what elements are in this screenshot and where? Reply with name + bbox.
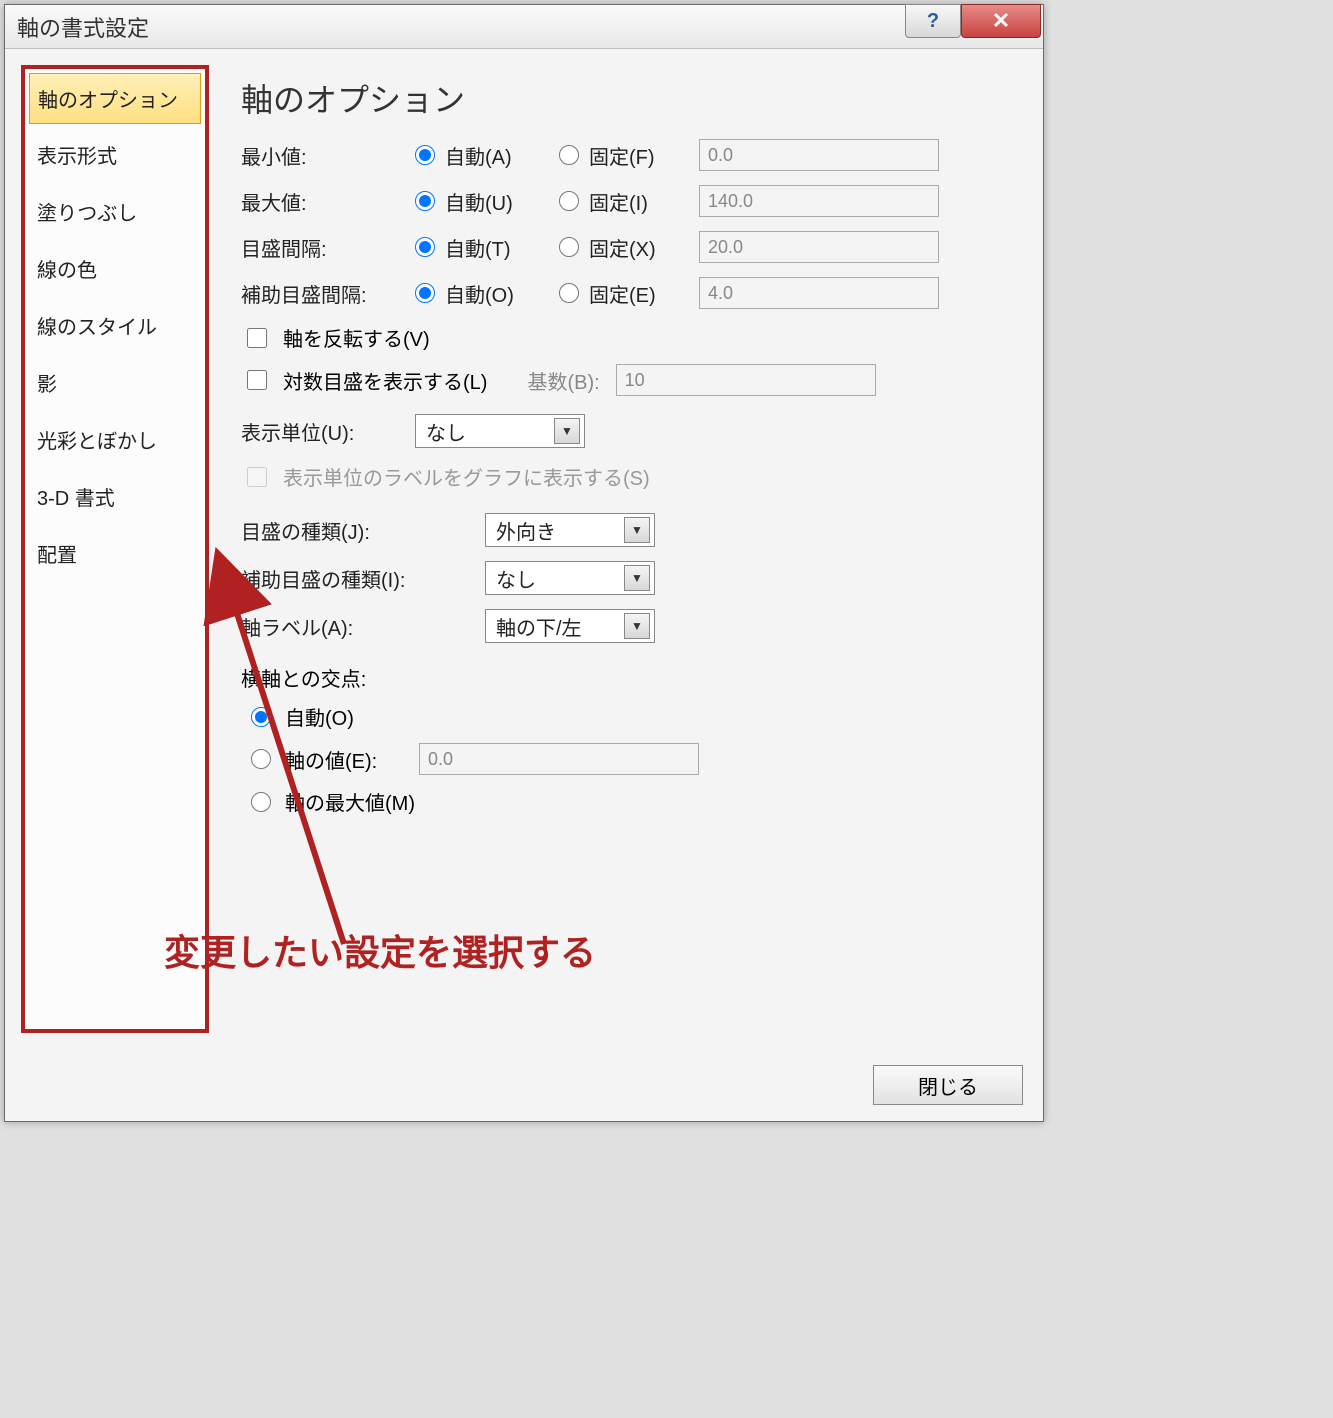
chevron-down-icon: ▼ [624, 613, 650, 639]
checkbox-unit-label-text: 表示単位のラベルをグラフに表示する(S) [283, 462, 650, 491]
row-label-major: 目盛間隔: [241, 233, 401, 262]
row-tick-major: 目盛の種類(J): 外向き ▼ [241, 513, 1015, 547]
display-unit-label: 表示単位(U): [241, 417, 401, 446]
select-display-unit[interactable]: なし ▼ [415, 414, 585, 448]
close-icon: ✕ [992, 8, 1010, 34]
sidebar-item-label: 表示形式 [37, 146, 117, 168]
input-minor[interactable] [699, 277, 939, 309]
row-min: 最小値: 自動(A) 固定(F) [241, 139, 1015, 171]
radio-major-fixed[interactable] [559, 237, 579, 257]
input-major[interactable] [699, 231, 939, 263]
radio-max-fixed-label: 固定(I) [589, 187, 685, 216]
chevron-down-icon: ▼ [624, 565, 650, 591]
checkbox-unit-label [247, 467, 267, 487]
row-minor: 補助目盛間隔: 自動(O) 固定(E) [241, 277, 1015, 309]
input-min[interactable] [699, 139, 939, 171]
sidebar-item-glow[interactable]: 光彩とぼかし [27, 411, 203, 468]
radio-major-fixed-label: 固定(X) [589, 233, 685, 262]
radio-major-auto[interactable] [415, 237, 435, 257]
sidebar-item-fill[interactable]: 塗りつぶし [27, 183, 203, 240]
sidebar-item-label: 塗りつぶし [37, 203, 137, 225]
log-base-label: 基数(B): [527, 366, 599, 395]
select-axis-labels[interactable]: 軸の下/左 ▼ [485, 609, 655, 643]
radio-max-auto-label: 自動(U) [445, 187, 545, 216]
radio-min-fixed[interactable] [559, 145, 579, 165]
row-label-max: 最大値: [241, 187, 401, 216]
annotation-arrow [44, 564, 384, 964]
titlebar: 軸の書式設定 ? ✕ [5, 5, 1043, 49]
sidebar-item-shadow[interactable]: 影 [27, 354, 203, 411]
annotation-text: 変更したい設定を選択する [164, 924, 596, 976]
input-cross-value[interactable] [419, 743, 699, 775]
row-major: 目盛間隔: 自動(T) 固定(X) [241, 231, 1015, 263]
radio-minor-fixed[interactable] [559, 283, 579, 303]
titlebar-buttons: ? ✕ [905, 5, 1041, 48]
chevron-down-icon: ▼ [554, 418, 580, 444]
checkbox-reverse[interactable] [247, 328, 267, 348]
checkbox-reverse-label: 軸を反転する(V) [283, 323, 430, 352]
sidebar-item-label: 3-D 書式 [37, 488, 115, 510]
select-display-unit-value: なし [426, 417, 466, 446]
select-tick-major[interactable]: 外向き ▼ [485, 513, 655, 547]
sidebar-item-axis-options[interactable]: 軸のオプション [29, 73, 201, 124]
checkbox-row-reverse: 軸を反転する(V) [241, 323, 1015, 352]
row-label-min: 最小値: [241, 141, 401, 170]
checkbox-row-log: 対数目盛を表示する(L) 基数(B): [241, 364, 1015, 396]
checkbox-log-label: 対数目盛を表示する(L) [283, 366, 487, 395]
sidebar-item-label: 軸のオプション [38, 90, 178, 112]
help-button[interactable]: ? [905, 4, 961, 38]
sidebar-item-label: 影 [37, 374, 57, 396]
close-button-label: 閉じる [918, 1077, 978, 1099]
radio-minor-fixed-label: 固定(E) [589, 279, 685, 308]
sidebar-item-line-color[interactable]: 線の色 [27, 240, 203, 297]
radio-min-fixed-label: 固定(F) [589, 141, 685, 170]
row-max: 最大値: 自動(U) 固定(I) [241, 185, 1015, 217]
panel-heading: 軸のオプション [241, 75, 1015, 121]
help-icon: ? [927, 10, 939, 33]
close-button[interactable]: 閉じる [873, 1065, 1023, 1105]
sidebar-item-number-format[interactable]: 表示形式 [27, 126, 203, 183]
sidebar-item-label: 光彩とぼかし [37, 431, 157, 453]
select-tick-minor[interactable]: なし ▼ [485, 561, 655, 595]
checkbox-row-unit-label: 表示単位のラベルをグラフに表示する(S) [241, 462, 1015, 491]
radio-max-auto[interactable] [415, 191, 435, 211]
radio-min-auto[interactable] [415, 145, 435, 165]
sidebar-item-label: 線のスタイル [37, 317, 157, 339]
select-axis-labels-value: 軸の下/左 [496, 612, 582, 641]
radio-minor-auto-label: 自動(O) [445, 279, 545, 308]
chevron-down-icon: ▼ [624, 517, 650, 543]
radio-major-auto-label: 自動(T) [445, 233, 545, 262]
select-tick-minor-value: なし [496, 564, 536, 593]
sidebar-item-label: 線の色 [37, 260, 97, 282]
row-display-unit: 表示単位(U): なし ▼ [241, 414, 1015, 448]
radio-min-auto-label: 自動(A) [445, 141, 545, 170]
sidebar-item-3d-format[interactable]: 3-D 書式 [27, 468, 203, 525]
checkbox-log[interactable] [247, 370, 267, 390]
radio-max-fixed[interactable] [559, 191, 579, 211]
tick-major-label: 目盛の種類(J): [241, 516, 471, 545]
radio-minor-auto[interactable] [415, 283, 435, 303]
dialog-title: 軸の書式設定 [17, 11, 149, 43]
select-tick-major-value: 外向き [496, 516, 556, 545]
row-label-minor: 補助目盛間隔: [241, 279, 401, 308]
sidebar-item-line-style[interactable]: 線のスタイル [27, 297, 203, 354]
input-max[interactable] [699, 185, 939, 217]
dialog-footer: 閉じる [5, 1049, 1043, 1121]
input-log-base[interactable] [616, 364, 876, 396]
titlebar-close-button[interactable]: ✕ [961, 4, 1041, 38]
